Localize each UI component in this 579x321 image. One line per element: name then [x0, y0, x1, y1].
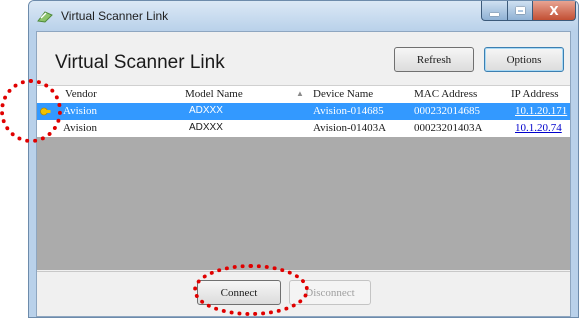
- title-bar[interactable]: Virtual Scanner Link X: [29, 1, 578, 31]
- maximize-button[interactable]: [507, 1, 533, 21]
- ip-address-link[interactable]: 10.1.20.171: [515, 105, 567, 117]
- minimize-icon: [490, 12, 499, 16]
- vendor-cell: Avision: [63, 122, 98, 134]
- device-list[interactable]: Vendor Model Name ▲ Device Name MAC Addr…: [37, 85, 570, 270]
- device-name-cell: Avision-014685: [313, 105, 384, 117]
- device-name-cell: Avision-01403A: [313, 122, 387, 134]
- mac-address-cell: 000232014685: [414, 105, 480, 117]
- maximize-icon: [515, 7, 525, 14]
- options-button[interactable]: Options: [484, 47, 564, 72]
- page-title: Virtual Scanner Link: [55, 52, 225, 73]
- column-header-mac-address[interactable]: MAC Address: [414, 88, 477, 100]
- table-row[interactable]: Avision ADXXX Avision-01403A 00023201403…: [37, 120, 570, 137]
- column-header-ip-address[interactable]: IP Address: [511, 88, 559, 100]
- column-header-vendor[interactable]: Vendor: [65, 88, 97, 100]
- footer-divider: [37, 271, 570, 272]
- close-icon: X: [549, 3, 559, 18]
- refresh-button[interactable]: Refresh: [394, 47, 474, 72]
- vendor-cell: Avision: [63, 105, 98, 117]
- column-header-device-name[interactable]: Device Name: [313, 88, 373, 100]
- connected-device-icon: [40, 107, 51, 116]
- window-title: Virtual Scanner Link: [61, 9, 169, 23]
- column-header-model-name[interactable]: Model Name: [185, 88, 243, 100]
- ip-address-link[interactable]: 10.1.20.74: [515, 122, 562, 134]
- scanner-link-icon: [37, 11, 53, 23]
- model-cell: ADXXX: [189, 122, 223, 133]
- app-window: Virtual Scanner Link X Virtual Scanner L…: [28, 0, 579, 318]
- disconnect-button: Disconnect: [289, 280, 371, 305]
- close-button[interactable]: X: [532, 1, 576, 21]
- table-row[interactable]: Avision ADXXX Avision-014685 00023201468…: [37, 103, 570, 120]
- connect-button[interactable]: Connect: [197, 280, 281, 305]
- mac-address-cell: 00023201403A: [414, 122, 483, 134]
- model-cell: ADXXX: [189, 105, 223, 116]
- minimize-button[interactable]: [481, 1, 508, 21]
- client-area: Virtual Scanner Link Refresh Options Ven…: [36, 31, 571, 317]
- list-header: Vendor Model Name ▲ Device Name MAC Addr…: [37, 86, 570, 104]
- sort-ascending-icon: ▲: [296, 89, 304, 98]
